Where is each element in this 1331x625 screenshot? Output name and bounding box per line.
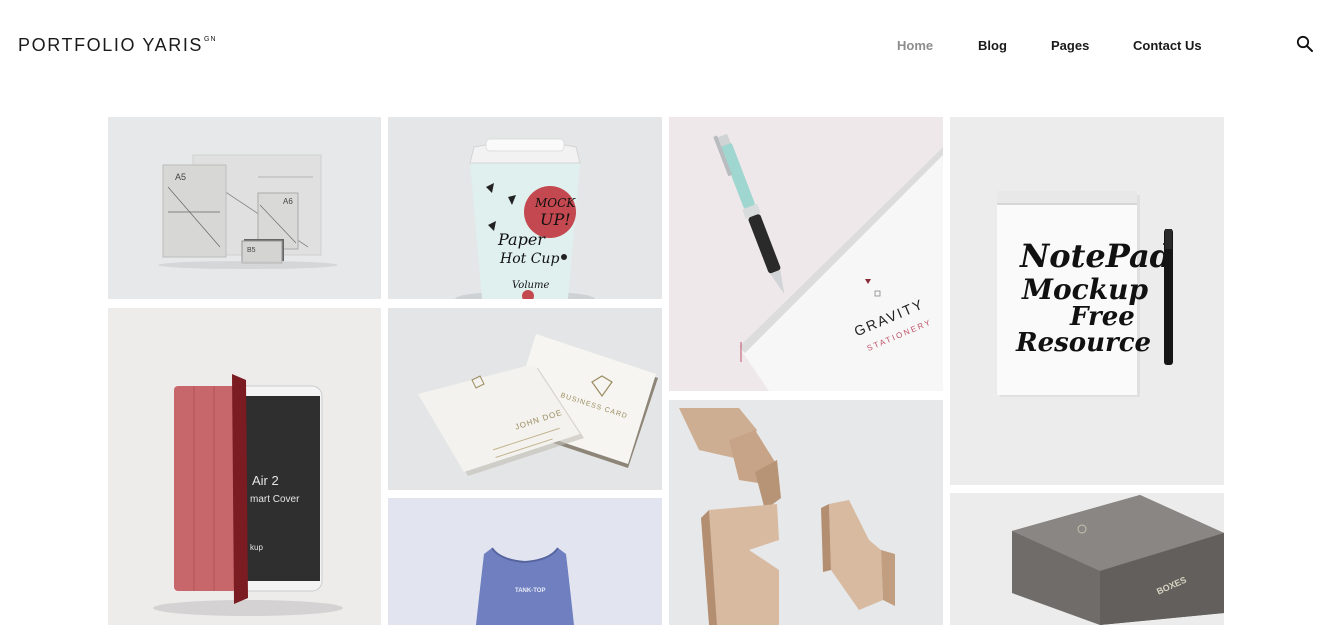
label-a6: A6 — [283, 197, 293, 206]
label-mock: MOCK — [534, 196, 576, 210]
label-paper: Paper — [497, 230, 546, 249]
label-a5: A5 — [175, 172, 186, 182]
label-volume: Volume — [512, 280, 549, 291]
label-notepad: NotePad — [1019, 237, 1172, 275]
portfolio-item-notepad[interactable]: NotePad Mockup Free Resource — [950, 117, 1224, 485]
nav-blog[interactable]: Blog — [978, 38, 1007, 53]
nav-pages[interactable]: Pages — [1051, 38, 1089, 53]
search-icon[interactable] — [1296, 35, 1314, 53]
label-hot-cup: Hot Cup — [499, 251, 559, 267]
label-resource: Resource — [1015, 328, 1151, 358]
label-smart-cover: mart Cover — [250, 494, 300, 505]
site-logo[interactable]: PORTFOLIO YARISGN — [18, 35, 217, 56]
portfolio-item-business-card[interactable]: BUSINESS CARD JOHN DOE — [388, 308, 662, 490]
label-air-2: Air 2 — [252, 473, 279, 488]
portfolio-item-stationery[interactable]: A5 A6 B5 — [108, 117, 381, 299]
label-b5: B5 — [247, 247, 256, 254]
portfolio-item-wooden-blocks[interactable] — [669, 400, 943, 625]
portfolio-item-tank-top[interactable]: TANK-TOP — [388, 498, 662, 625]
logo-superscript: GN — [204, 36, 217, 43]
portfolio-item-box[interactable]: BOXES — [950, 493, 1224, 625]
label-up: UP! — [540, 210, 571, 229]
site-header: PORTFOLIO YARISGN Home Blog Pages Contac… — [0, 0, 1331, 90]
logo-text: PORTFOLIO YARIS — [18, 35, 204, 55]
label-kup: kup — [250, 543, 263, 552]
nav-contact-us[interactable]: Contact Us — [1133, 38, 1202, 53]
portfolio-item-paper-cup[interactable]: MOCK UP! Paper Hot Cup Volume — [388, 117, 662, 299]
portfolio-item-ipad-cover[interactable]: Air 2 mart Cover kup — [108, 308, 381, 625]
label-tank-top: TANK-TOP — [515, 588, 545, 594]
nav-home[interactable]: Home — [897, 38, 933, 53]
portfolio-item-pen-stationery[interactable]: GRAVITY STATIONERY — [669, 117, 943, 391]
